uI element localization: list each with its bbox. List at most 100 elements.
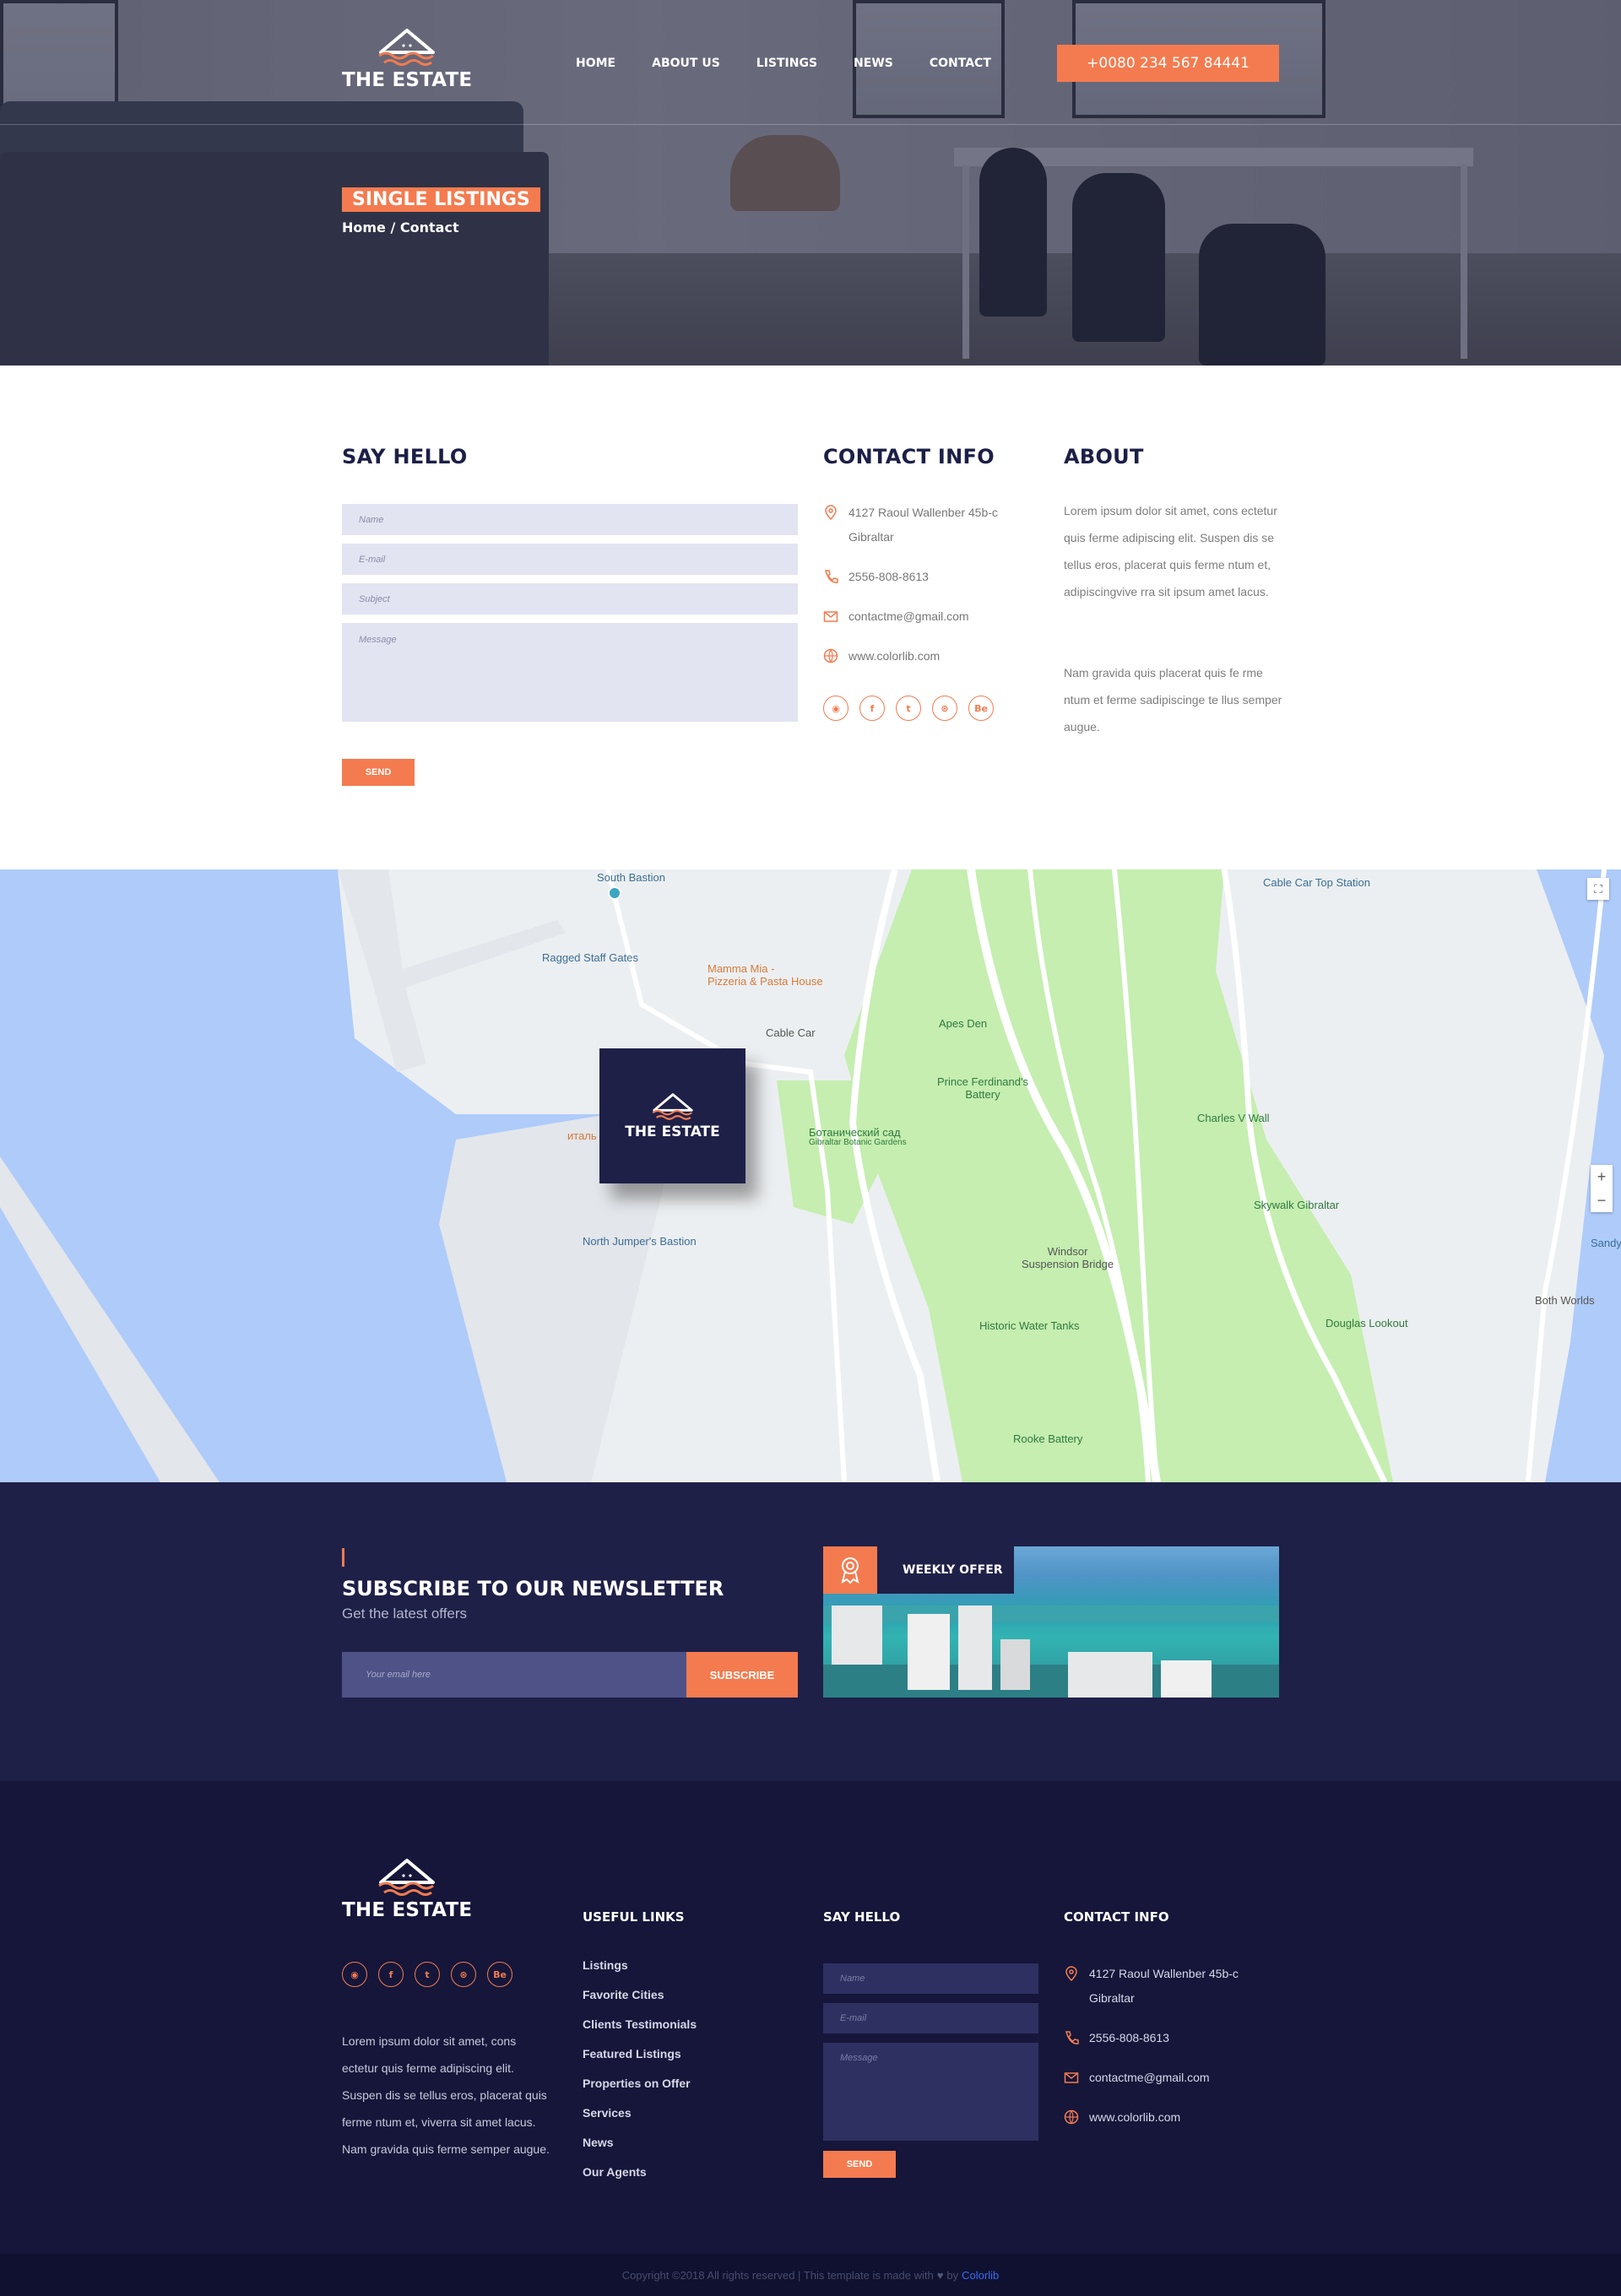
pinterest-icon[interactable]: ◉ [823, 696, 848, 721]
envelope-icon [823, 611, 838, 622]
website-text[interactable]: www.colorlib.com [848, 644, 940, 669]
email-text[interactable]: contactme@gmail.com [848, 604, 969, 629]
map-label-mamma-mia: Mamma Mia - Pizzeria & Pasta House [707, 962, 823, 988]
footer-email-input[interactable]: E-mail [823, 2003, 1038, 2033]
twitter-icon[interactable]: t [896, 696, 921, 721]
map-label-prince-ferdinand: Prince Ferdinand's Battery [937, 1075, 1028, 1101]
phone-button[interactable]: +0080 234 567 84441 [1057, 45, 1279, 82]
footer-name-input[interactable]: Name [823, 1963, 1038, 1994]
footer-logo[interactable]: THE ESTATE [342, 1857, 472, 1921]
offer-label: WEEKLY OFFER [903, 1563, 1003, 1577]
fullscreen-icon[interactable]: ⛶ [1587, 878, 1609, 900]
map-label-douglas: Douglas Lookout [1326, 1317, 1408, 1329]
footer-link-listings[interactable]: Listings [583, 1958, 628, 1972]
name-input[interactable]: Name [342, 504, 798, 535]
globe-icon [1064, 2109, 1079, 2125]
footer-phone-text: 2556-808-8613 [1089, 2031, 1169, 2044]
map-label-windsor: Windsor Suspension Bridge [1022, 1245, 1114, 1270]
nav-listings[interactable]: LISTINGS [756, 57, 817, 70]
footer-link-our-agents[interactable]: Our Agents [583, 2165, 647, 2179]
location-pin-icon [1065, 1966, 1077, 1981]
about-title: ABOUT [1064, 445, 1144, 468]
accent-bar [342, 1548, 344, 1567]
award-icon [823, 1546, 877, 1594]
map-label-ragged-staff: Ragged Staff Gates [542, 951, 638, 964]
behance-icon[interactable]: Be [487, 1962, 512, 1987]
footer-contact-title: CONTACT INFO [1064, 1909, 1169, 1925]
copyright-bar: Copyright ©2018 All rights reserved | Th… [0, 2254, 1621, 2296]
footer-link-services[interactable]: Services [583, 2106, 632, 2120]
footer-message-textarea[interactable]: Message [823, 2043, 1038, 2141]
map-label-rooke: Rooke Battery [1013, 1432, 1083, 1445]
footer-website-text[interactable]: www.colorlib.com [1089, 2105, 1180, 2130]
map-label-charles-v: Charles V Wall [1197, 1112, 1270, 1124]
map-label-cable-car-top: Cable Car Top Station [1263, 876, 1370, 889]
phone-icon [1065, 2031, 1079, 2044]
zoom-out-button[interactable]: − [1591, 1189, 1613, 1212]
contact-website: www.colorlib.com [823, 644, 940, 669]
globe-icon [823, 648, 838, 663]
facebook-icon[interactable]: f [859, 696, 885, 721]
footer-website: www.colorlib.com [1064, 2105, 1180, 2130]
send-button[interactable]: SEND [342, 759, 415, 786]
map-marker[interactable]: THE ESTATE [599, 1048, 745, 1183]
hero-banner [0, 0, 1621, 366]
weekly-offer-card[interactable]: WEEKLY OFFER [823, 1546, 1279, 1698]
map-label-historic-tanks: Historic Water Tanks [979, 1319, 1080, 1332]
copyright-text: Copyright ©2018 All rights reserved | Th… [621, 2268, 934, 2282]
map-canvas [0, 869, 1621, 1482]
contact-email: contactme@gmail.com [823, 604, 969, 629]
main-nav: HOME ABOUT US LISTINGS NEWS CONTACT [576, 57, 1027, 70]
footer-phone: 2556-808-8613 [1064, 2026, 1169, 2050]
nav-about-us[interactable]: ABOUT US [652, 57, 720, 70]
footer-email-text[interactable]: contactme@gmail.com [1089, 2066, 1210, 2090]
footer-social-links: ◉ f t ⊛ Be [342, 1962, 512, 1987]
newsletter-title: SUBSCRIBE TO OUR NEWSLETTER [342, 1577, 724, 1600]
footer-link-favorite-cities[interactable]: Favorite Cities [583, 1988, 664, 2001]
address-line1: 4127 Raoul Wallenber 45b-c [848, 506, 998, 519]
footer-link-news[interactable]: News [583, 2136, 614, 2149]
subject-input[interactable]: Subject [342, 583, 798, 615]
footer-say-hello-title: SAY HELLO [823, 1909, 901, 1925]
subscribe-button[interactable]: SUBSCRIBE [686, 1652, 798, 1698]
zoom-in-button[interactable]: + [1591, 1165, 1613, 1189]
nav-contact[interactable]: CONTACT [930, 57, 991, 70]
footer-link-properties-on-offer[interactable]: Properties on Offer [583, 2077, 691, 2090]
footer-link-clients-testimonials[interactable]: Clients Testimonials [583, 2017, 697, 2031]
map-label-cable-car: Cable Car [766, 1026, 816, 1039]
facebook-icon[interactable]: f [378, 1962, 404, 1987]
footer-address: 4127 Raoul Wallenber 45b-c Gibraltar [1064, 1962, 1239, 2011]
colorlib-link[interactable]: Colorlib [962, 2269, 999, 2282]
nav-home[interactable]: HOME [576, 57, 615, 70]
header-logo[interactable]: THE ESTATE [342, 27, 472, 91]
dribbble-icon[interactable]: ⊛ [932, 696, 957, 721]
map-label-south-bastion: South Bastion [597, 871, 665, 884]
heart-icon: ♥ [936, 2268, 944, 2282]
map-label-skywalk: Skywalk Gibraltar [1254, 1199, 1340, 1211]
nav-news[interactable]: NEWS [854, 57, 893, 70]
email-input[interactable]: E-mail [342, 544, 798, 575]
location-map[interactable]: South Bastion Ragged Staff Gates Mamma M… [0, 869, 1621, 1482]
envelope-icon [1064, 2072, 1079, 2083]
footer-address-line1: 4127 Raoul Wallenber 45b-c [1089, 1967, 1239, 1980]
footer-send-button[interactable]: SEND [823, 2151, 896, 2178]
contact-info-title: CONTACT INFO [823, 445, 995, 468]
map-label-italian: италь [567, 1129, 597, 1142]
map-label-north-jumper: North Jumper's Bastion [583, 1235, 697, 1248]
dribbble-icon[interactable]: ⊛ [451, 1962, 476, 1987]
breadcrumb[interactable]: Home / Contact [342, 219, 459, 236]
map-label-botanic-ru: Ботанический сад [809, 1126, 901, 1139]
pinterest-icon[interactable]: ◉ [342, 1962, 367, 1987]
footer-link-featured-listings[interactable]: Featured Listings [583, 2047, 681, 2060]
contact-address: 4127 Raoul Wallenber 45b-c Gibraltar [823, 501, 998, 550]
map-label-apes-den: Apes Den [939, 1017, 988, 1030]
copyright-by: by [946, 2268, 959, 2282]
newsletter-email-input[interactable]: Your email here [342, 1652, 686, 1698]
about-paragraph-1: Lorem ipsum dolor sit amet, cons ectetur… [1064, 504, 1277, 598]
footer-address-line2: Gibraltar [1089, 1991, 1135, 2005]
house-waves-icon [652, 1093, 693, 1120]
behance-icon[interactable]: Be [968, 696, 994, 721]
message-textarea[interactable]: Message [342, 623, 798, 722]
map-pin-icon [608, 886, 621, 900]
twitter-icon[interactable]: t [415, 1962, 440, 1987]
